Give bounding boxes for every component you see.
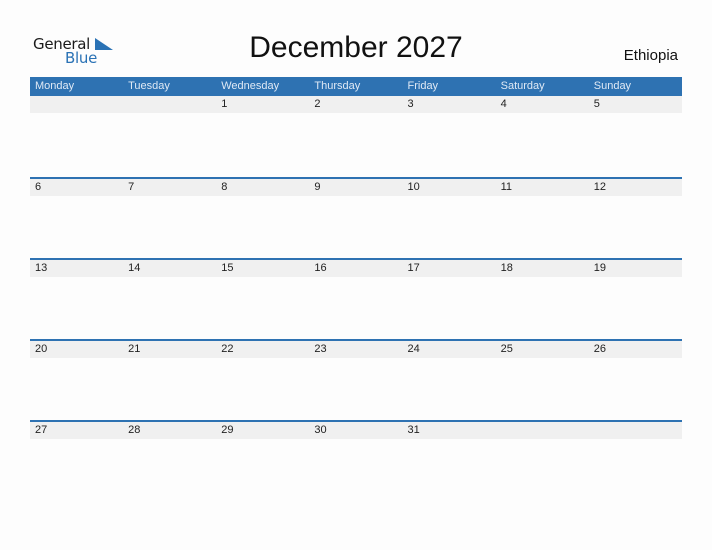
day-cell: 10: [407, 181, 420, 193]
weekday-tuesday: Tuesday: [128, 80, 170, 92]
day-cell: [30, 96, 123, 113]
weekday-friday: Friday: [407, 80, 439, 92]
day-cell: 4: [500, 98, 507, 110]
day-cell: 27: [35, 424, 48, 436]
weekday-header: Monday Tuesday Wednesday Thursday Friday…: [30, 77, 682, 96]
country-label: Ethiopia: [623, 47, 678, 64]
date-number-row: 13 14 15 16 17 18 19: [30, 260, 682, 277]
day-cell: 18: [500, 262, 513, 274]
day-cell: 14: [128, 262, 141, 274]
week-row: 20 21 22 23 24 25 26: [30, 339, 682, 420]
day-cell: 15: [221, 262, 234, 274]
date-number-row: 1 2 3 4 5: [30, 96, 682, 113]
day-cell: 25: [500, 343, 513, 355]
day-cell: 1: [221, 98, 228, 110]
day-cell: 30: [314, 424, 327, 436]
weekday-saturday: Saturday: [500, 80, 545, 92]
weekday-monday: Monday: [35, 80, 75, 92]
day-cell: 29: [221, 424, 234, 436]
date-number-row: 6 7 8 9 10 11 12: [30, 179, 682, 196]
day-cell: 19: [593, 262, 606, 274]
calendar-grid: Monday Tuesday Wednesday Thursday Friday…: [30, 77, 682, 501]
day-cell: [589, 422, 682, 439]
day-cell: 20: [35, 343, 48, 355]
week-row: 6 7 8 9 10 11 12: [30, 177, 682, 258]
day-cell: 26: [593, 343, 606, 355]
day-cell: 5: [593, 98, 600, 110]
day-cell: 2: [314, 98, 321, 110]
day-cell: 31: [407, 424, 420, 436]
weekday-sunday: Sunday: [593, 80, 632, 92]
weekday-thursday: Thursday: [314, 80, 361, 92]
day-cell: 21: [128, 343, 141, 355]
week-row: 27 28 29 30 31: [30, 420, 682, 501]
weekday-wednesday: Wednesday: [221, 80, 280, 92]
day-cell: 16: [314, 262, 327, 274]
day-cell: 22: [221, 343, 234, 355]
day-cell: 3: [407, 98, 414, 110]
calendar-title: December 2027: [249, 31, 463, 64]
day-cell: 13: [35, 262, 48, 274]
day-cell: 9: [314, 181, 321, 193]
day-cell: 8: [221, 181, 228, 193]
day-cell: [123, 96, 216, 113]
day-cell: 7: [128, 181, 135, 193]
day-cell: 28: [128, 424, 141, 436]
date-number-row: 20 21 22 23 24 25 26: [30, 341, 682, 358]
day-cell: 11: [500, 181, 513, 193]
day-cell: [496, 422, 589, 439]
day-cell: 12: [593, 181, 606, 193]
date-number-row: 27 28 29 30 31: [30, 422, 682, 439]
day-cell: 23: [314, 343, 327, 355]
day-cell: 6: [35, 181, 42, 193]
week-row: 13 14 15 16 17 18 19: [30, 258, 682, 339]
day-cell: 24: [407, 343, 420, 355]
day-cell: 17: [407, 262, 420, 274]
week-row: 1 2 3 4 5: [30, 96, 682, 177]
